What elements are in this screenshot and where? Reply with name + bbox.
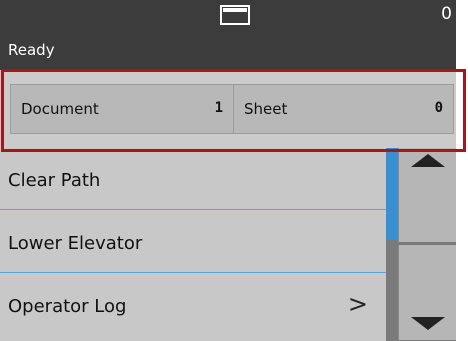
- document-counter: Document 1: [10, 84, 234, 134]
- scroll-down-button[interactable]: [398, 245, 456, 340]
- menu-list: Clear Path Lower Elevator Operator Log >: [0, 148, 386, 341]
- scanner-panel: 0 Ready Document 1 Sheet 0 Clear Path Lo…: [0, 0, 456, 341]
- paper-tray-icon: [220, 5, 250, 25]
- menu-item-operator-log[interactable]: Operator Log >: [0, 274, 386, 341]
- sheet-counter: Sheet 0: [233, 84, 454, 134]
- status-header: 0 Ready: [0, 0, 456, 70]
- arrow-up-icon: [411, 154, 445, 167]
- page-counter: 0: [441, 4, 452, 24]
- menu-item-clear-path[interactable]: Clear Path: [0, 148, 386, 210]
- scrollbar[interactable]: [386, 148, 456, 341]
- sheet-counter-label: Sheet: [244, 100, 288, 118]
- scrollbar-track[interactable]: [386, 148, 398, 341]
- scroll-up-button[interactable]: [398, 148, 456, 243]
- menu-item-label: Operator Log: [8, 296, 127, 317]
- document-counter-label: Document: [21, 100, 99, 118]
- status-text: Ready: [8, 41, 55, 59]
- arrow-down-icon: [411, 317, 445, 330]
- sheet-counter-value: 0: [434, 100, 443, 116]
- chevron-right-icon: >: [347, 290, 368, 318]
- scrollbar-thumb[interactable]: [386, 148, 398, 240]
- counters-row: Document 1 Sheet 0: [0, 70, 456, 150]
- menu-item-label: Clear Path: [8, 170, 101, 191]
- document-counter-value: 1: [214, 100, 223, 116]
- menu-item-lower-elevator[interactable]: Lower Elevator: [0, 211, 386, 273]
- menu-item-label: Lower Elevator: [8, 233, 143, 254]
